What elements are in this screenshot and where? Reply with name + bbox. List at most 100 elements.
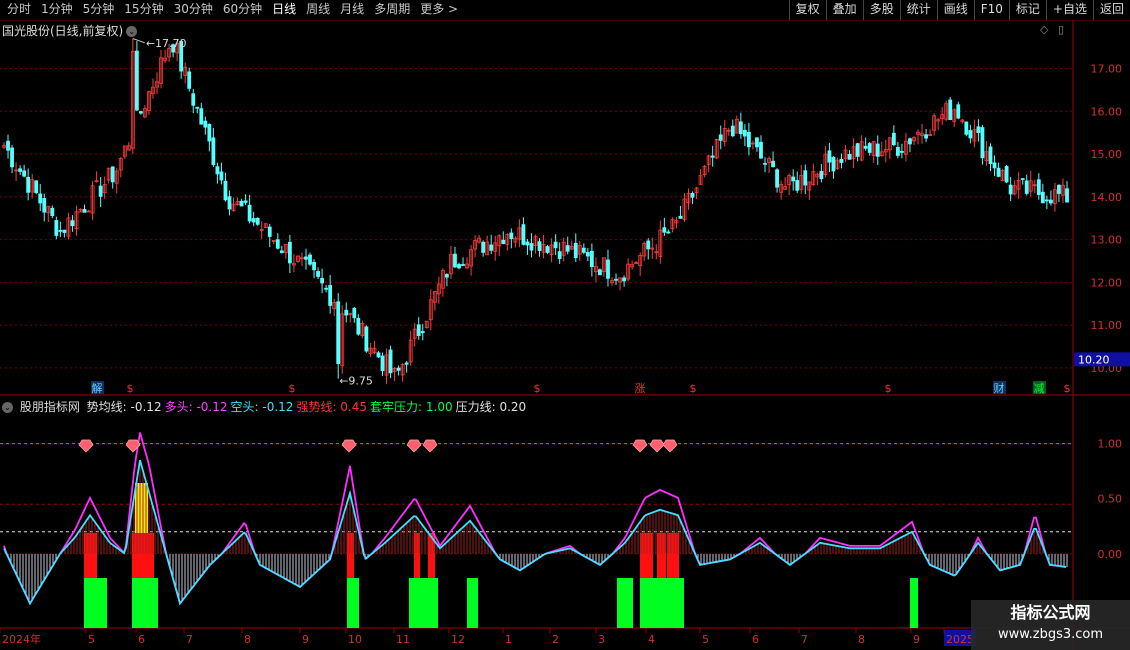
high-price-label: ←17.70 [146, 37, 187, 50]
chart-canvas[interactable]: 17.00 16.00 15.00 14.00 13.00 12.00 11.00 1 0.00… [0, 0, 1130, 650]
candle-body [521, 224, 526, 245]
candle-body [996, 167, 1001, 177]
x-axis-label: 2024年 [2, 632, 41, 646]
candle-body [380, 355, 385, 372]
candle-body [847, 154, 852, 160]
x-axis-label: 2025 [946, 633, 974, 646]
candle-body [388, 349, 393, 374]
candle-body [763, 162, 767, 165]
x-axis-label: 9 [913, 633, 920, 646]
candle-body [545, 246, 550, 253]
price-tick-label: 17.00 [1091, 62, 1123, 75]
x-axis-label: 8 [244, 633, 251, 646]
pressure-block [467, 578, 478, 628]
candle-body [70, 220, 75, 227]
candle-body [22, 170, 27, 177]
diamond-signal-icon [649, 439, 665, 453]
candle-body [199, 108, 204, 125]
candle-body [831, 156, 836, 172]
candle-body [251, 218, 256, 223]
candle-body [557, 251, 562, 259]
indicator-tick-label: 0.00 [1098, 548, 1123, 561]
candle-body [908, 138, 912, 145]
candle-body [509, 232, 514, 239]
x-axis-label: 10 [348, 633, 362, 646]
pressure-block [409, 578, 438, 628]
candle-body [211, 137, 216, 166]
candle-body [1040, 191, 1045, 204]
price-tick-label: 15.00 [1091, 148, 1123, 161]
candle-body [795, 180, 800, 191]
candle-body [573, 242, 578, 258]
candle-body [453, 253, 457, 268]
candle-body [537, 241, 542, 251]
candle-body [1004, 166, 1009, 183]
x-axis-label: 8 [858, 633, 865, 646]
low-price-label: ←9.75 [339, 375, 373, 388]
candle-body [489, 244, 494, 251]
x-axis-label: 7 [801, 633, 808, 646]
candle-body [771, 160, 775, 168]
candle-body [968, 130, 973, 139]
candle-body [529, 243, 534, 251]
candle-body [775, 169, 779, 188]
pressure-block [640, 578, 684, 628]
pressure-block [910, 578, 918, 628]
candle-body [58, 229, 63, 232]
candle-body [589, 250, 594, 268]
candle-body [227, 196, 232, 210]
candle-body [747, 131, 751, 148]
x-axis-label: 5 [702, 633, 709, 646]
candle-body [585, 252, 590, 257]
candle-body [316, 271, 320, 277]
candle-body [304, 256, 308, 260]
candle-body [863, 145, 868, 149]
candle-body [352, 307, 357, 319]
candle-body [710, 155, 715, 158]
candle-body [203, 120, 208, 128]
price-tick-label: 16.00 [1091, 105, 1123, 118]
candle-body [54, 220, 59, 236]
x-axis-label: 12 [451, 633, 465, 646]
candle-body [948, 99, 953, 121]
candle-body [187, 71, 192, 89]
price-tick-label: 14.00 [1091, 191, 1123, 204]
price-tick-label: 13.00 [1091, 234, 1123, 247]
candle-body [243, 200, 248, 203]
candle-body [875, 143, 880, 157]
candle-body [646, 240, 651, 250]
candle-body [690, 192, 695, 198]
candle-body [50, 207, 55, 217]
candle-body [324, 287, 329, 290]
diamond-signal-icon [406, 439, 422, 453]
bull-line [3, 432, 1067, 606]
candle-body [38, 193, 43, 204]
candle-body [191, 93, 196, 106]
diamond-signal-icon [78, 439, 94, 453]
diamond-signal-icon [341, 439, 357, 453]
candle-body [718, 134, 723, 141]
candle-body [223, 180, 228, 201]
candle-body [219, 171, 224, 181]
candle-body [598, 269, 602, 276]
candle-body [134, 50, 139, 111]
candle-body [730, 125, 735, 137]
candle-body [759, 141, 763, 159]
candle-body [239, 200, 244, 207]
candle-body [738, 121, 743, 135]
candle-body [622, 277, 626, 282]
candle-body [614, 278, 618, 281]
candle-body [803, 170, 808, 186]
candle-body [255, 217, 260, 225]
candle-body [565, 245, 570, 252]
candle-body [328, 285, 333, 306]
candle-body [10, 147, 14, 168]
candle-body [6, 140, 10, 151]
candle-body [976, 126, 981, 133]
pressure-block [84, 578, 107, 628]
x-axis-label: 3 [598, 633, 605, 646]
candle-body [606, 259, 610, 279]
candle-body [678, 215, 683, 219]
candle-body [18, 168, 23, 172]
event-marker: $ [289, 382, 296, 395]
